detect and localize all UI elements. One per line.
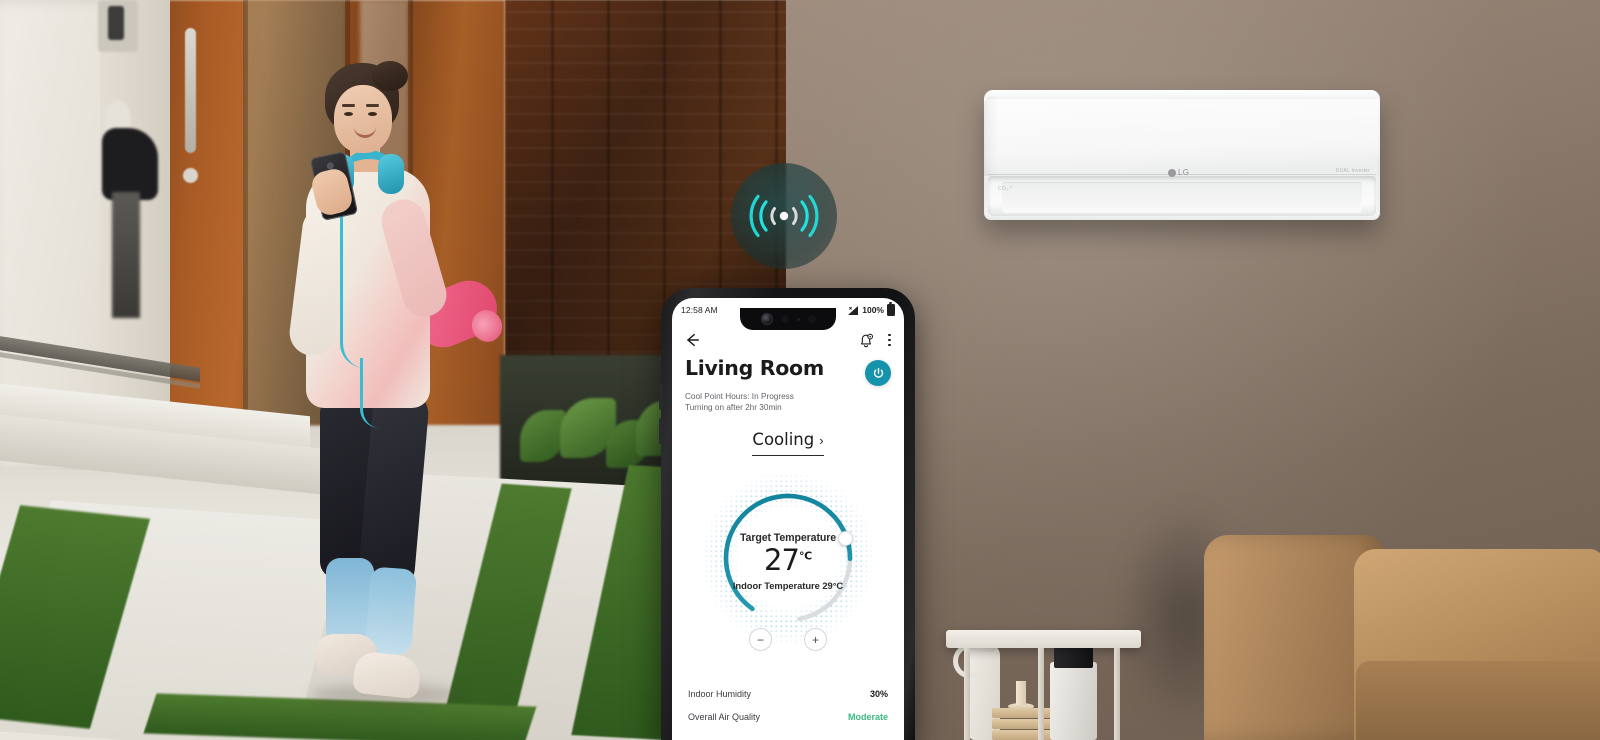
ac-side-shading: [984, 96, 998, 176]
environment-info-list: Indoor Humidity 30% Overall Air Quality …: [672, 682, 904, 728]
kebab-dot: [888, 333, 891, 337]
ac-model-text: DUAL Inverter: [1335, 168, 1370, 174]
lg-logo-mark: [1168, 168, 1176, 177]
door-seam: [243, 0, 248, 425]
eye-right: [368, 112, 377, 116]
indoor-temperature-label: Indoor Temperature 29°C: [732, 580, 844, 592]
sensor-dot: [780, 315, 789, 323]
sensor-dot: [796, 317, 800, 321]
side-table: [946, 630, 1141, 740]
mode-selector-wrap: Cooling ›: [672, 430, 904, 456]
status-indicators: 100%: [848, 302, 895, 316]
volume-down-button[interactable]: [659, 418, 663, 444]
dial-readout: Target Temperature 27°C Indoor Temperatu…: [672, 532, 904, 591]
table-top: [946, 630, 1141, 648]
earpiece-speaker: [807, 315, 816, 323]
battery-icon: [887, 302, 895, 316]
increase-temperature-button[interactable]: +: [804, 628, 827, 651]
table-leg: [1038, 648, 1044, 740]
cellular-signal-icon: [848, 305, 859, 315]
target-temperature-value: 27: [764, 543, 800, 577]
more-vertical-icon[interactable]: [886, 332, 893, 349]
air-conditioner-unit: LG DUAL Inverter CO₂ °: [984, 90, 1380, 220]
hanging-coat: [102, 128, 158, 200]
hair-bun: [372, 61, 408, 91]
woman-with-smartphone: [268, 58, 508, 740]
kebab-dot: [888, 338, 891, 342]
list-item: Overall Air Quality Moderate: [688, 705, 888, 728]
power-icon: [873, 367, 883, 378]
temperature-steppers: − +: [672, 628, 904, 651]
indoor-humidity-value: 30%: [869, 688, 888, 699]
candle-holder-stem: [1016, 681, 1026, 705]
stand-pole: [112, 192, 140, 318]
power-toggle-button[interactable]: [865, 360, 891, 386]
smartphone-mockup: 12:58 AM 100% Living Room Cool Point Hou…: [659, 288, 915, 740]
lg-logo: LG: [1168, 168, 1189, 177]
chevron-right-icon: ›: [819, 433, 824, 448]
mode-label: Cooling: [752, 430, 815, 449]
battery-percent: 100%: [862, 305, 884, 315]
earphone-cord: [340, 198, 365, 368]
table-leg: [964, 648, 970, 740]
temperature-dial[interactable]: Target Temperature 27°C Indoor Temperatu…: [672, 470, 904, 666]
decrease-temperature-button[interactable]: −: [749, 628, 772, 651]
app-bar-actions: [858, 332, 893, 349]
wall-plate-inset: [108, 6, 124, 40]
ac-top-edge: [986, 90, 1378, 99]
room-header-row: Living Room: [685, 356, 891, 386]
schedule-status-line: Cool Point Hours: In Progress: [685, 392, 794, 401]
page-title: Living Room: [685, 356, 824, 380]
shoe-right: [351, 650, 423, 700]
ac-indicator-text: CO₂ °: [998, 186, 1013, 192]
kebab-dot: [888, 343, 891, 347]
face: [334, 85, 392, 153]
ac-air-vent-inner: [1002, 182, 1362, 213]
schedule-timer-line: Turning on after 2hr 30min: [685, 403, 782, 413]
table-leg: [1114, 648, 1120, 740]
earphone-cord: [360, 358, 379, 428]
mode-selector[interactable]: Cooling ›: [752, 430, 824, 456]
front-camera-icon: [760, 313, 773, 325]
promo-composite-image: LG DUAL Inverter CO₂ ° 12:58 AM 100% Liv…: [0, 0, 1600, 740]
eyebrow-right: [366, 104, 379, 107]
room-header: Living Room Cool Point Hours: In Progres…: [672, 356, 904, 414]
bell-settings-icon[interactable]: [858, 332, 874, 349]
air-quality-label: Overall Air Quality: [688, 711, 761, 722]
couch: [1204, 535, 1600, 740]
indoor-humidity-label: Indoor Humidity: [688, 688, 752, 699]
back-arrow-icon[interactable]: [683, 331, 701, 349]
air-quality-value: Moderate: [847, 711, 888, 722]
headphone-cup-right: [378, 154, 404, 194]
eyebrow-left: [342, 104, 355, 107]
door-handle: [185, 28, 196, 153]
list-item: Indoor Humidity 30%: [688, 682, 888, 705]
decor-canister: [1050, 662, 1097, 740]
candle-holder-cup: [1012, 674, 1030, 684]
candle-holder: [1008, 674, 1034, 710]
door-handle-dot: [183, 168, 198, 183]
eye-left: [344, 112, 353, 116]
wireless-signal-icon: [731, 163, 837, 269]
phone-notch: [740, 308, 836, 330]
lg-logo-text: LG: [1178, 168, 1190, 177]
target-temperature-unit: °C: [798, 549, 812, 563]
status-time: 12:58 AM: [681, 305, 718, 315]
couch-seat: [1356, 661, 1600, 740]
phone-screen: 12:58 AM 100% Living Room Cool Point Hou…: [672, 298, 904, 740]
target-temperature-value-wrap: 27°C: [672, 545, 904, 575]
volume-up-button[interactable]: [659, 384, 663, 410]
